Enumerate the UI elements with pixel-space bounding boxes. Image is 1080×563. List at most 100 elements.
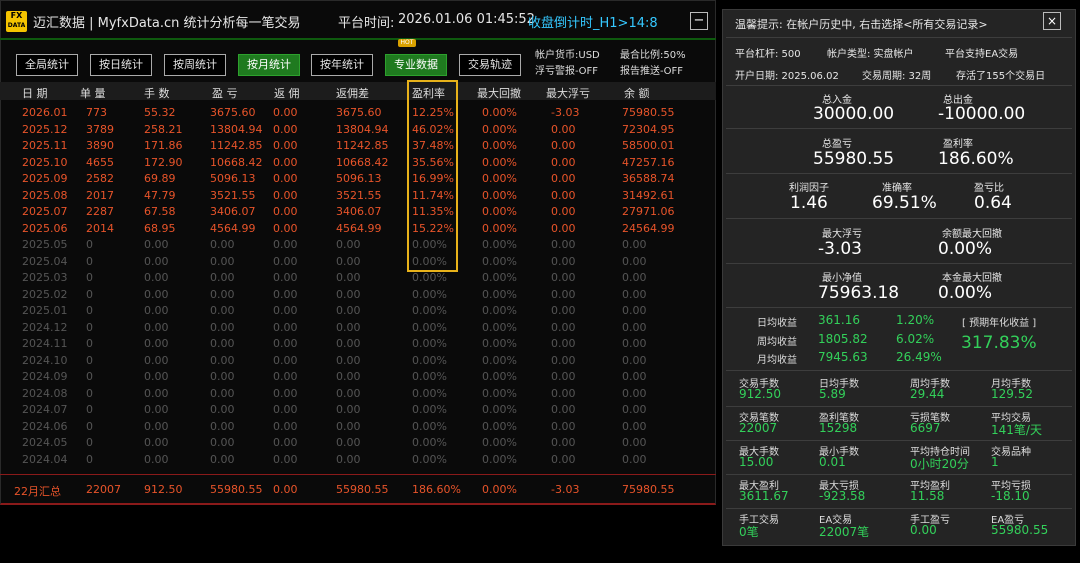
rp-divider [726, 37, 1072, 38]
stat-value: 3611.67 [739, 489, 789, 503]
row-rebate-diff: 13804.94 [336, 122, 389, 136]
survived-days: 存活了155个交易日 [956, 71, 1046, 82]
row-max-drawdown: 0.00% [482, 122, 517, 136]
tab-weekly[interactable]: 按周统计 [164, 54, 226, 76]
stat-value: 15298 [819, 421, 858, 435]
tab-yearly[interactable]: 按年统计 [311, 54, 373, 76]
minimize-button[interactable]: − [690, 12, 708, 30]
annual-value: 317.83% [961, 333, 1037, 353]
row-balance: 0.00 [622, 320, 647, 334]
row-date: 2024.09 [22, 370, 68, 383]
row-rebate: 0.00 [273, 436, 298, 449]
close-countdown: 收盘倒计时_H1>14:8 [528, 16, 658, 31]
row-max-drawdown: 0.00% [482, 188, 517, 202]
row-pl: 0.00 [210, 337, 235, 350]
row-rebate-diff: 0.00 [336, 419, 361, 433]
row-lots: 0.00 [144, 353, 169, 367]
col-rebate: 返 佣 [274, 87, 300, 100]
row-balance: 0.00 [622, 452, 647, 466]
summary-divider [0, 474, 716, 475]
tab-pro-data[interactable]: 专业数据 [385, 54, 447, 76]
row-max-float-loss: 0.00 [551, 205, 576, 218]
col-date: 日 期 [22, 87, 48, 100]
report-push[interactable]: 报告推送-OFF [620, 62, 683, 77]
row-max-drawdown: 0.00% [482, 221, 517, 235]
stat-value: 1 [991, 455, 999, 469]
row-orders: 3890 [86, 139, 114, 152]
row-profit-rate: 0.00% [412, 353, 447, 367]
float-alert[interactable]: 浮亏警报-OFF [535, 62, 598, 77]
col-lots: 手 数 [144, 87, 170, 100]
table-row: 2024.12 0 0.00 0.00 0.00 0.00 0.00% 0.00% 0.00 0.… [0, 320, 716, 337]
row-rebate-diff: 0.00 [336, 238, 361, 251]
row-max-drawdown: 0.00% [482, 271, 517, 284]
row-date: 2025.04 [22, 254, 68, 268]
summary-balance: 75980.55 [622, 483, 675, 496]
row-pl: 3521.55 [210, 188, 256, 202]
row-orders: 0 [86, 452, 93, 466]
row-pl: 3675.60 [210, 106, 256, 119]
row-rebate-diff: 3406.07 [336, 205, 382, 218]
row-date: 2026.01 [22, 106, 68, 119]
tab-monthly[interactable]: 按月统计 [238, 54, 300, 76]
row-pl: 13804.94 [210, 122, 263, 136]
total-pl-value: 55980.55 [813, 149, 895, 169]
rp-divider [726, 218, 1072, 219]
row-orders: 2582 [86, 172, 114, 185]
row-max-drawdown: 0.00% [482, 139, 517, 152]
tab-daily[interactable]: 按日统计 [90, 54, 152, 76]
row-lots: 0.00 [144, 287, 169, 301]
row-rebate: 0.00 [273, 122, 298, 136]
monthly-avg-label: 月均收益 [757, 355, 797, 366]
tab-trade-track[interactable]: 交易轨迹 [459, 54, 521, 76]
stat-value: 912.50 [739, 387, 781, 401]
min-equity-label: 最小净值 [822, 273, 862, 284]
row-rebate-diff: 0.00 [336, 337, 361, 350]
row-pl: 0.00 [210, 419, 235, 433]
row-date: 2024.11 [22, 337, 68, 350]
row-balance: 0.00 [622, 238, 647, 251]
row-pl: 5096.13 [210, 172, 256, 185]
row-max-float-loss: 0.00 [551, 188, 576, 202]
row-lots: 47.79 [144, 188, 176, 202]
row-date: 2024.05 [22, 436, 68, 449]
row-balance: 31492.61 [622, 188, 675, 202]
table-row: 2024.05 0 0.00 0.00 0.00 0.00 0.00% 0.00% 0.00 0.… [0, 435, 716, 452]
row-balance: 0.00 [622, 337, 647, 350]
max-float-value: -3.03 [818, 239, 862, 259]
row-lots: 0.00 [144, 304, 169, 317]
tab-overall[interactable]: 全局统计 [16, 54, 78, 76]
row-orders: 0 [86, 320, 93, 334]
table-row: 2025.10 4655 172.90 10668.42 0.00 10668.42 35.… [0, 155, 716, 172]
row-orders: 0 [86, 436, 93, 449]
row-balance: 0.00 [622, 436, 647, 449]
row-rebate-diff: 0.00 [336, 452, 361, 466]
weekly-avg-pct: 6.02% [896, 332, 935, 346]
row-rebate: 0.00 [273, 386, 298, 400]
row-pl: 0.00 [210, 452, 235, 466]
row-max-drawdown: 0.00% [482, 205, 517, 218]
row-rebate-diff: 0.00 [336, 271, 361, 284]
row-lots: 0.00 [144, 320, 169, 334]
row-orders: 2017 [86, 188, 114, 202]
table-row: 2025.03 0 0.00 0.00 0.00 0.00 0.00% 0.00% 0.00 0.… [0, 270, 716, 287]
table-row: 2025.09 2582 69.89 5096.13 0.00 5096.13 16.99%… [0, 171, 716, 188]
row-date: 2025.12 [22, 122, 68, 136]
row-profit-rate: 0.00% [412, 403, 447, 416]
ea-support: 平台支持EA交易 [945, 49, 1019, 60]
pl-ratio-label: 盈亏比 [974, 183, 1004, 194]
row-orders: 0 [86, 304, 93, 317]
tip-text: 温馨提示: 在帐户历史中, 右击选择<所有交易记录> [735, 18, 988, 31]
row-lots: 68.95 [144, 221, 176, 235]
row-lots: 0.00 [144, 370, 169, 383]
col-pl: 盈 亏 [212, 87, 238, 100]
row-date: 2024.06 [22, 419, 68, 433]
row-lots: 67.58 [144, 205, 176, 218]
row-profit-rate: 0.00% [412, 370, 447, 383]
row-orders: 0 [86, 271, 93, 284]
row-max-drawdown: 0.00% [482, 403, 517, 416]
row-balance: 0.00 [622, 419, 647, 433]
annual-label: [ 预期年化收益 ] [962, 318, 1037, 329]
close-button[interactable]: × [1043, 12, 1061, 30]
row-balance: 0.00 [622, 403, 647, 416]
